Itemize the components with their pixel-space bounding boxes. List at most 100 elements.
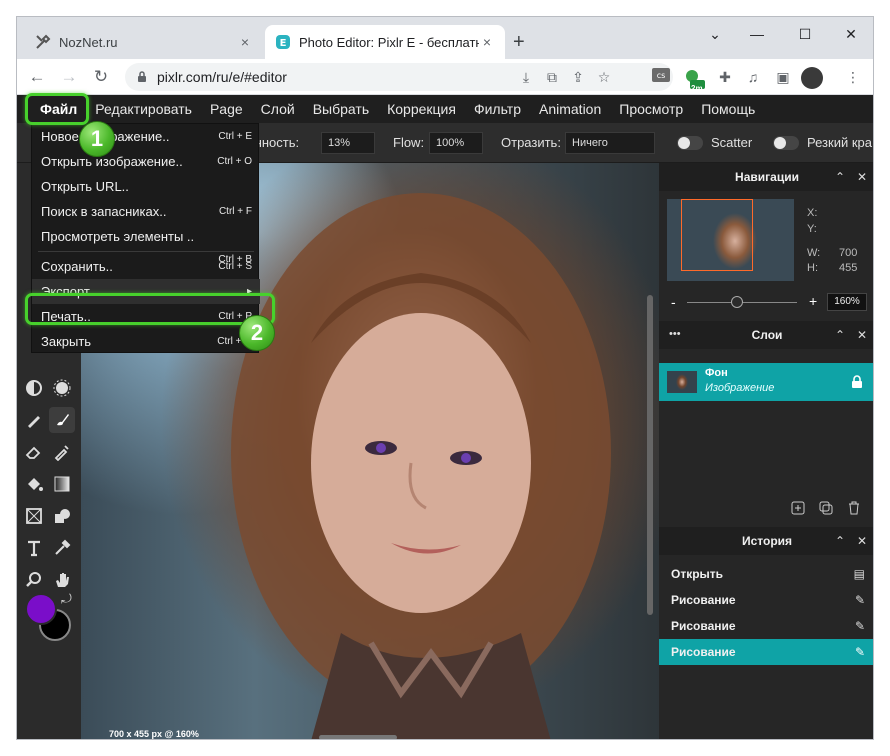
frame-tool-icon[interactable] [21, 503, 47, 529]
extension-cs-icon[interactable]: cs [651, 67, 671, 87]
translate-icon[interactable]: ⧉ [543, 68, 561, 86]
menu-item-shortcut: Ctrl + F [218, 206, 252, 217]
profile-avatar[interactable] [801, 67, 823, 89]
dodge-tool-icon[interactable] [21, 375, 47, 401]
history-item[interactable]: Рисование ✎ [659, 587, 873, 613]
collapse-icon[interactable]: ⌃ [835, 328, 845, 342]
side-panel-icon[interactable]: ▣ [773, 67, 793, 87]
menu-item-save[interactable]: Сохранить.. Ctrl + S Ctrl + B [32, 254, 260, 279]
canvas-vertical-scrollbar[interactable] [647, 295, 653, 615]
extensions-puzzle-icon[interactable]: ✚ [715, 67, 735, 87]
menu-view[interactable]: Просмотр [610, 101, 692, 117]
forward-icon[interactable]: → [57, 65, 81, 89]
new-tab-button[interactable]: + [513, 31, 525, 54]
menu-item-open-image[interactable]: Открыть изображение.. Ctrl + O [32, 149, 260, 174]
menu-page[interactable]: Page [201, 101, 252, 117]
fill-tool-icon[interactable] [21, 471, 47, 497]
history-item-current[interactable]: Рисование ✎ [659, 639, 873, 665]
history-item[interactable]: Открыть ▤ [659, 561, 873, 587]
delete-layer-icon[interactable] [847, 501, 861, 520]
navigator-viewport-box[interactable] [681, 199, 753, 271]
layer-item-background[interactable]: Фон Изображение [659, 363, 873, 401]
tab-close-icon[interactable]: × [479, 34, 495, 50]
text-tool-icon[interactable] [21, 535, 47, 561]
tab-search-icon[interactable]: ⌄ [695, 21, 735, 47]
menu-animation[interactable]: Animation [530, 101, 610, 117]
bookmark-star-icon[interactable]: ☆ [595, 68, 613, 86]
hand-tool-icon[interactable] [49, 567, 75, 593]
maximize-button[interactable]: ☐ [785, 21, 825, 47]
history-title: История [741, 534, 793, 548]
layers-options-icon[interactable]: ••• [669, 328, 681, 340]
highlight-export [25, 293, 275, 325]
close-window-button[interactable]: ✕ [831, 21, 871, 47]
eraser-tool-icon[interactable] [21, 439, 47, 465]
menu-item-stock-search[interactable]: Поиск в запасниках.. Ctrl + F [32, 199, 260, 224]
opacity-select[interactable]: 13% [321, 132, 375, 154]
tab-close-icon[interactable]: × [237, 34, 253, 50]
collapse-icon[interactable]: ⌃ [835, 170, 845, 184]
gradient-tool-icon[interactable] [49, 471, 75, 497]
app-menubar: Файл Редактировать Page Слой Выбрать Кор… [17, 95, 873, 123]
menu-item-browse-elements[interactable]: Просмотреть элементы .. [32, 224, 260, 249]
menu-item-open-url[interactable]: Открыть URL.. [32, 174, 260, 199]
sponge-tool-icon[interactable] [49, 375, 75, 401]
sharp-edge-toggle[interactable] [773, 136, 799, 150]
canvas-horizontal-scrollbar[interactable] [319, 735, 397, 739]
layer-type: Изображение [705, 382, 775, 394]
menu-adjust[interactable]: Коррекция [378, 101, 465, 117]
close-icon[interactable]: ✕ [857, 328, 867, 342]
install-icon[interactable]: ⤓ [517, 68, 535, 86]
minimize-button[interactable]: — [737, 21, 777, 47]
zoom-level-field[interactable]: 160% [827, 293, 867, 311]
lock-icon[interactable] [851, 375, 863, 394]
zoom-slider-knob[interactable] [731, 296, 743, 308]
address-bar[interactable]: pixlr.com/ru/e/#editor ⤓ ⧉ ⇪ ☆ [125, 63, 673, 91]
media-control-icon[interactable]: ♫ [743, 67, 763, 87]
share-icon[interactable]: ⇪ [569, 68, 587, 86]
brush-icon: ✎ [854, 645, 865, 659]
right-panels: Навигации ⌃ ✕ X: Y: W: 700 H: 455 - + 16… [659, 163, 873, 739]
back-icon[interactable]: ← [25, 65, 49, 89]
menu-item-close[interactable]: Закрыть Ctrl + Q [32, 329, 260, 354]
tab-pixlr[interactable]: E Photo Editor: Pixlr E - бесплатный × [265, 25, 505, 59]
flow-select[interactable]: 100% [429, 132, 483, 154]
nav-x-label: X: [807, 207, 818, 219]
reflect-select[interactable]: Ничего [565, 132, 655, 154]
pixlr-app: Файл Редактировать Page Слой Выбрать Кор… [17, 93, 873, 739]
swap-colors-icon[interactable]: ⤾ [61, 591, 72, 607]
menu-layer[interactable]: Слой [252, 101, 304, 117]
scatter-toggle[interactable] [677, 136, 703, 150]
zoom-out-button[interactable]: - [671, 294, 676, 310]
tools-icon [35, 34, 51, 50]
zoom-tool-icon[interactable] [21, 567, 47, 593]
history-panel-header: История ⌃ ✕ [659, 527, 873, 555]
history-item-label: Рисование [671, 593, 736, 607]
menu-item-new-image[interactable]: Новое изображение.. Ctrl + E [32, 124, 260, 149]
pencil-tool-icon[interactable] [21, 407, 47, 433]
brush-tool-icon[interactable] [49, 407, 75, 433]
duplicate-layer-icon[interactable] [819, 501, 833, 520]
menu-select[interactable]: Выбрать [304, 101, 378, 117]
menu-help[interactable]: Помощь [692, 101, 764, 117]
nav-w-value: 700 [839, 247, 858, 259]
foreground-color-swatch[interactable] [25, 593, 57, 625]
canvas-size-info: 700 x 455 px @ 160% [109, 729, 199, 739]
browser-menu-icon[interactable]: ⋮ [843, 67, 863, 87]
eyedropper-tool-icon[interactable] [49, 535, 75, 561]
reload-icon[interactable]: ↻ [89, 65, 113, 89]
close-icon[interactable]: ✕ [857, 170, 867, 184]
step-badge-1: 1 [79, 121, 115, 157]
add-layer-icon[interactable] [791, 501, 805, 520]
clone-tool-icon[interactable] [49, 439, 75, 465]
history-item-label: Рисование [671, 645, 736, 659]
menu-filter[interactable]: Фильтр [465, 101, 530, 117]
close-icon[interactable]: ✕ [857, 534, 867, 548]
collapse-icon[interactable]: ⌃ [835, 534, 845, 548]
zoom-in-button[interactable]: + [809, 293, 817, 309]
menu-edit[interactable]: Редактировать [86, 101, 201, 117]
extension-timer-icon[interactable]: 2m [683, 67, 705, 93]
shape-tool-icon[interactable] [49, 503, 75, 529]
tab-noznet[interactable]: NozNet.ru × [25, 25, 263, 59]
history-item[interactable]: Рисование ✎ [659, 613, 873, 639]
